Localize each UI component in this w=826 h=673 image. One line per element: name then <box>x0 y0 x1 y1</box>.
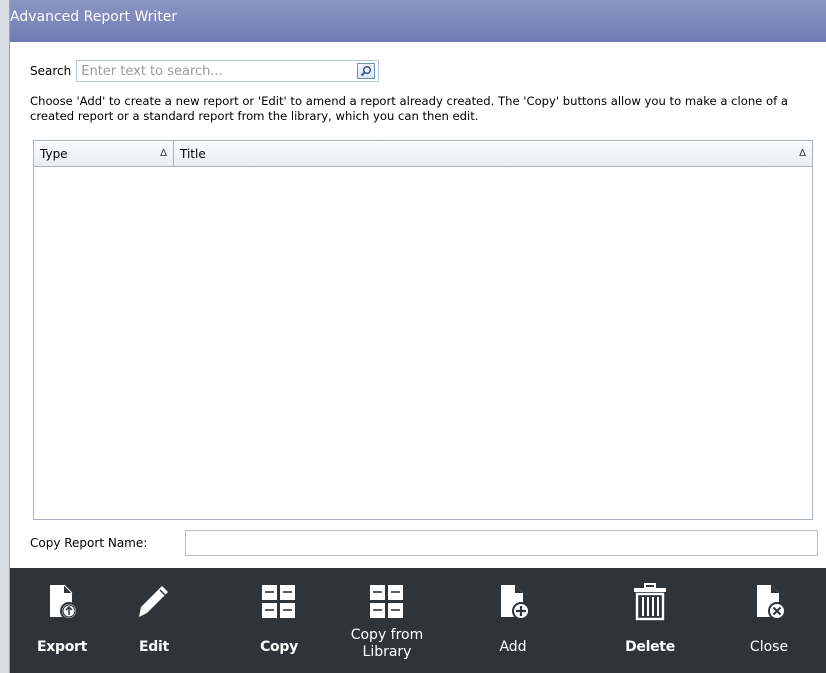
export-label: Export <box>36 639 88 655</box>
instructions-text: Choose 'Add' to create a new report or '… <box>30 94 788 123</box>
export-button[interactable]: Export <box>19 568 105 673</box>
search-box <box>76 60 380 82</box>
search-input[interactable] <box>77 61 348 81</box>
edit-button[interactable]: Edit <box>111 568 197 673</box>
copy-report-name-input[interactable] <box>184 530 818 556</box>
export-icon <box>42 582 82 622</box>
sort-icon: Δ <box>160 148 167 159</box>
search-icon <box>361 66 372 77</box>
sort-icon: Δ <box>799 148 806 159</box>
add-button[interactable]: Add <box>470 568 556 673</box>
trash-icon <box>630 582 670 622</box>
copy-from-library-label: Copy from Library <box>350 627 424 660</box>
add-label: Add <box>499 639 527 655</box>
add-document-icon <box>493 582 533 622</box>
column-header-type[interactable]: Type Δ <box>34 141 174 166</box>
background-edge <box>0 0 9 673</box>
copy-icon <box>259 582 299 622</box>
column-header-title[interactable]: Title Δ <box>174 141 812 166</box>
reports-grid[interactable]: Type Δ Title Δ <box>33 140 813 520</box>
edit-label: Edit <box>139 639 169 655</box>
title-bar[interactable]: Advanced Report Writer <box>10 0 826 42</box>
column-label: Title <box>180 146 206 161</box>
grid-header: Type Δ Title Δ <box>34 141 812 167</box>
search-button[interactable] <box>357 63 376 79</box>
pencil-icon <box>134 582 174 622</box>
copy-label: Copy <box>260 639 298 655</box>
action-toolbar: Export Edit Copy Copy from Library Add D… <box>10 568 826 673</box>
close-document-icon <box>749 582 789 622</box>
copy-report-name-row: Copy Report Name: <box>30 530 818 556</box>
search-row: Search <box>30 60 380 82</box>
close-label: Close <box>749 639 789 655</box>
copy-button[interactable]: Copy <box>236 568 322 673</box>
search-label: Search <box>30 64 72 78</box>
window-title: Advanced Report Writer <box>10 9 178 25</box>
copy-from-library-button[interactable]: Copy from Library <box>344 568 430 673</box>
copy-report-name-label: Copy Report Name: <box>30 536 148 550</box>
close-button[interactable]: Close <box>726 568 812 673</box>
delete-button[interactable]: Delete <box>607 568 693 673</box>
delete-label: Delete <box>625 639 675 655</box>
report-writer-window: Advanced Report Writer Search Choose 'Ad… <box>9 0 826 673</box>
column-label: Type <box>40 146 68 161</box>
copy-library-icon <box>367 582 407 622</box>
